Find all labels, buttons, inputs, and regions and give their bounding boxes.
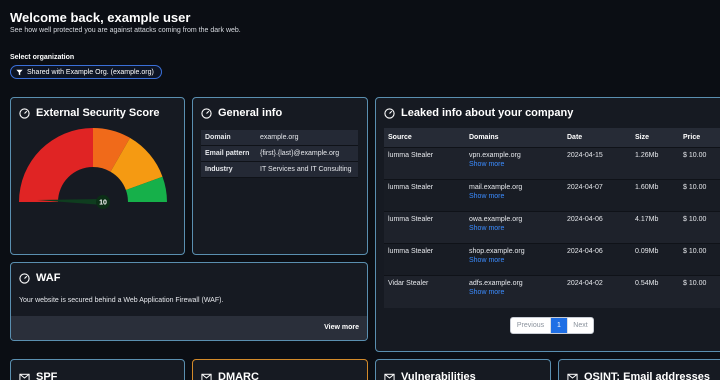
page-title: Welcome back, example user — [10, 10, 191, 25]
cell-source: lumma Stealer — [384, 243, 465, 276]
security-score-value: 10 — [99, 200, 107, 207]
column-header-domains: Domains — [465, 128, 563, 148]
info-value: IT Services and IT Consulting — [256, 161, 358, 178]
view-more-button[interactable]: View more — [324, 324, 359, 331]
mail-icon — [201, 373, 212, 380]
info-row-email-pattern: Email pattern {first}.{last}@example.org — [201, 145, 358, 162]
cell-price: $ 10.00 — [679, 211, 720, 244]
cell-date: 2024-04-15 — [563, 147, 631, 180]
gauge-icon — [19, 272, 30, 284]
table-header-row: Source Domains Date Size Price — [384, 128, 720, 148]
info-key: Email pattern — [201, 145, 256, 162]
leaked-info-table: Source Domains Date Size Price lumma Ste… — [384, 128, 720, 308]
cell-size: 4.17Mb — [631, 211, 679, 244]
mail-icon — [567, 373, 578, 380]
organization-label: Select organization — [10, 54, 75, 61]
cell-source: lumma Stealer — [384, 211, 465, 244]
column-header-size: Size — [631, 128, 679, 148]
gauge-segment-red — [19, 128, 93, 202]
pagination: Previous 1 Next — [510, 317, 594, 334]
general-info-card: General info Domain example.org Email pa… — [192, 97, 368, 255]
cell-domain: adfs.example.org Show more — [465, 275, 563, 308]
general-info-title: General info — [218, 107, 283, 119]
gauge-icon — [384, 107, 395, 119]
table-row: Vidar Stealer adfs.example.org Show more … — [384, 275, 720, 308]
column-header-date: Date — [563, 128, 631, 148]
gauge-icon — [201, 107, 212, 119]
spf-title: SPF — [36, 371, 58, 380]
leaked-info-card: Leaked info about your company Source Do… — [375, 97, 720, 352]
osint-card: OSINT: Email addresses — [558, 359, 720, 380]
osint-title: OSINT: Email addresses — [584, 371, 710, 380]
cell-source: Vidar Stealer — [384, 275, 465, 308]
vulnerabilities-card: Vulnerabilities — [375, 359, 551, 380]
info-key: Industry — [201, 161, 256, 178]
leaked-info-title: Leaked info about your company — [401, 107, 574, 119]
info-value: example.org — [256, 130, 358, 146]
cell-price: $ 10.00 — [679, 243, 720, 276]
cell-price: $ 10.00 — [679, 275, 720, 308]
info-row-industry: Industry IT Services and IT Consulting — [201, 161, 358, 178]
table-row: lumma Stealer owa.example.org Show more 2… — [384, 211, 720, 244]
dmarc-title: DMARC — [218, 371, 259, 380]
domain-text: shop.example.org — [469, 248, 525, 255]
domain-text: vpn.example.org — [469, 152, 521, 159]
cell-domain: shop.example.org Show more — [465, 243, 563, 276]
pagination-page-button[interactable]: 1 — [551, 318, 567, 333]
table-row: lumma Stealer shop.example.org Show more … — [384, 243, 720, 276]
table-row: lumma Stealer vpn.example.org Show more 2… — [384, 147, 720, 180]
dmarc-card: DMARC — [192, 359, 368, 380]
cell-price: $ 10.00 — [679, 179, 720, 212]
cell-domain: mail.example.org Show more — [465, 179, 563, 212]
mail-icon — [384, 373, 395, 380]
cell-size: 1.60Mb — [631, 179, 679, 212]
domain-text: mail.example.org — [469, 184, 523, 191]
waf-footer: View more — [11, 316, 367, 340]
mail-icon — [19, 373, 30, 380]
show-more-link[interactable]: Show more — [469, 257, 559, 264]
domain-text: adfs.example.org — [469, 280, 523, 287]
cell-date: 2024-04-02 — [563, 275, 631, 308]
page-subtitle: See how well protected you are against a… — [10, 27, 241, 34]
cell-size: 0.09Mb — [631, 243, 679, 276]
cell-date: 2024-04-07 — [563, 179, 631, 212]
security-score-card: External Security Score 10 — [10, 97, 185, 255]
domain-text: owa.example.org — [469, 216, 523, 223]
column-header-source: Source — [384, 128, 465, 148]
info-row-domain: Domain example.org — [201, 130, 358, 146]
show-more-link[interactable]: Show more — [469, 161, 559, 168]
cell-date: 2024-04-06 — [563, 211, 631, 244]
pagination-next-button[interactable]: Next — [567, 318, 593, 333]
security-score-gauge: 10 — [19, 128, 167, 209]
column-header-price: Price — [679, 128, 720, 148]
waf-description: Your website is secured behind a Web App… — [19, 297, 224, 304]
show-more-link[interactable]: Show more — [469, 225, 559, 232]
waf-title: WAF — [36, 272, 61, 284]
vulnerabilities-title: Vulnerabilities — [401, 371, 476, 380]
spf-card: SPF — [10, 359, 185, 380]
filter-icon — [16, 69, 23, 75]
cell-source: lumma Stealer — [384, 147, 465, 180]
table-row: lumma Stealer mail.example.org Show more … — [384, 179, 720, 212]
cell-source: lumma Stealer — [384, 179, 465, 212]
waf-card: WAF Your website is secured behind a Web… — [10, 262, 368, 341]
security-score-title: External Security Score — [36, 107, 160, 119]
info-key: Domain — [201, 130, 256, 146]
cell-size: 1.26Mb — [631, 147, 679, 180]
info-value: {first}.{last}@example.org — [256, 145, 358, 162]
show-more-link[interactable]: Show more — [469, 289, 559, 296]
cell-date: 2024-04-06 — [563, 243, 631, 276]
organization-select[interactable]: Shared with Example Org. (example.org) — [10, 65, 162, 79]
cell-price: $ 10.00 — [679, 147, 720, 180]
cell-domain: owa.example.org Show more — [465, 211, 563, 244]
organization-select-value: Shared with Example Org. (example.org) — [27, 68, 154, 76]
show-more-link[interactable]: Show more — [469, 193, 559, 200]
pagination-previous-button[interactable]: Previous — [511, 318, 551, 333]
gauge-icon — [19, 107, 30, 119]
cell-size: 0.54Mb — [631, 275, 679, 308]
general-info-table: Domain example.org Email pattern {first}… — [201, 130, 358, 178]
cell-domain: vpn.example.org Show more — [465, 147, 563, 180]
